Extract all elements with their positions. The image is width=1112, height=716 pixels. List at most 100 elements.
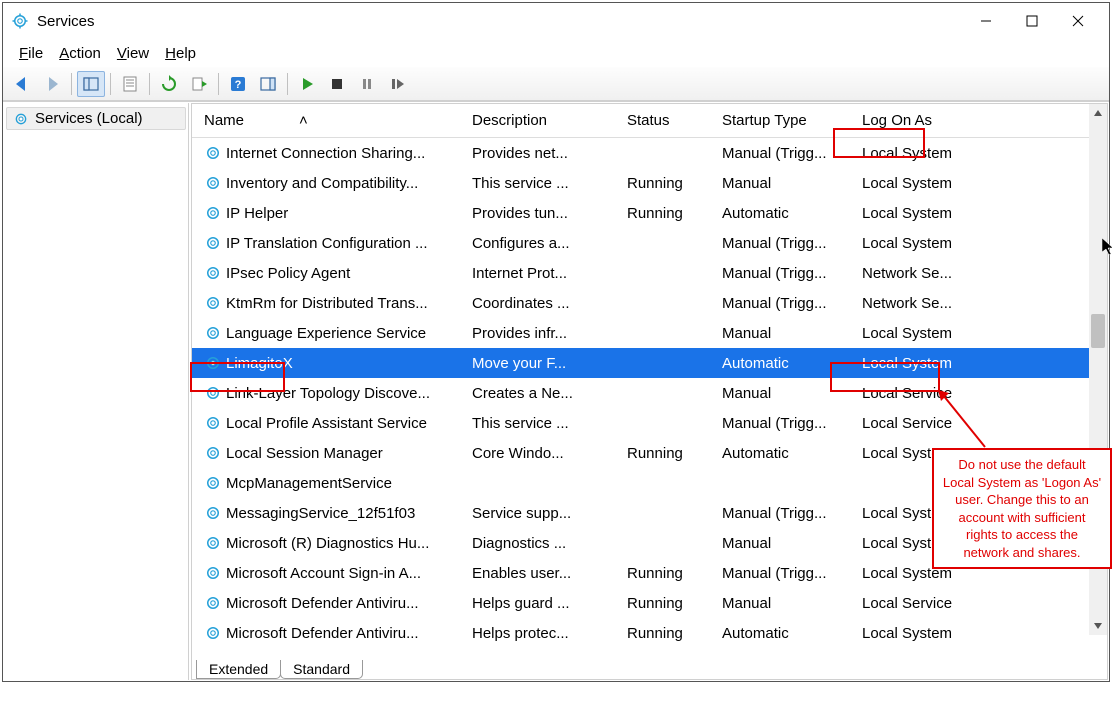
maximize-button[interactable] <box>1009 5 1055 37</box>
column-header-name[interactable]: Name˄ <box>200 106 468 135</box>
cell-name: Microsoft Account Sign-in A... <box>200 564 468 582</box>
scroll-up-button[interactable] <box>1089 104 1107 122</box>
show-hide-tree-button[interactable] <box>77 71 105 97</box>
cell-name: MessagingService_12f51f03 <box>200 504 468 522</box>
scroll-thumb[interactable] <box>1091 314 1105 348</box>
cell-log-on-as: Local System <box>858 235 988 252</box>
cell-name: KtmRm for Distributed Trans... <box>200 294 468 312</box>
annotation-callout: Do not use the default Local System as '… <box>932 448 1112 569</box>
cell-description: Configures a... <box>468 235 623 252</box>
table-row[interactable]: Internet Connection Sharing...Provides n… <box>192 138 1107 168</box>
menu-file[interactable]: File <box>11 43 51 64</box>
start-service-button[interactable] <box>293 71 321 97</box>
help-button[interactable]: ? <box>224 71 252 97</box>
gear-icon <box>204 474 222 492</box>
table-row[interactable]: Local Profile Assistant ServiceThis serv… <box>192 408 1107 438</box>
cell-log-on-as: Local Service <box>858 385 988 402</box>
cell-status: Running <box>623 595 718 612</box>
cell-name: Local Profile Assistant Service <box>200 414 468 432</box>
cell-name: Microsoft Defender Antiviru... <box>200 594 468 612</box>
gear-icon <box>204 264 222 282</box>
tree-item-services-local[interactable]: Services (Local) <box>6 107 186 130</box>
gear-icon <box>204 294 222 312</box>
table-row[interactable]: KtmRm for Distributed Trans...Coordinate… <box>192 288 1107 318</box>
table-row[interactable]: Language Experience ServiceProvides infr… <box>192 318 1107 348</box>
close-button[interactable] <box>1055 5 1101 37</box>
cell-startup-type: Manual <box>718 595 858 612</box>
gear-icon <box>204 594 222 612</box>
table-row[interactable]: Inventory and Compatibility...This servi… <box>192 168 1107 198</box>
cell-log-on-as: Local System <box>858 325 988 342</box>
cell-status: Running <box>623 175 718 192</box>
pause-service-button[interactable] <box>353 71 381 97</box>
forward-button[interactable] <box>38 71 66 97</box>
menu-help[interactable]: Help <box>157 43 204 64</box>
table-row[interactable]: Microsoft Defender Antiviru...Helps prot… <box>192 618 1107 648</box>
table-row[interactable]: Microsoft Defender Antiviru...Helps guar… <box>192 588 1107 618</box>
scroll-down-button[interactable] <box>1089 617 1107 635</box>
tab-standard[interactable]: Standard <box>280 660 363 679</box>
cell-log-on-as: Local Service <box>858 595 988 612</box>
cursor-icon <box>1102 238 1112 256</box>
cell-startup-type: Manual <box>718 535 858 552</box>
gear-icon <box>204 354 222 372</box>
column-header-description[interactable]: Description <box>468 106 623 135</box>
cell-startup-type: Manual (Trigg... <box>718 415 858 432</box>
cell-name: Internet Connection Sharing... <box>200 144 468 162</box>
gear-icon <box>204 174 222 192</box>
services-window: Services File Action View Help ? <box>2 2 1110 682</box>
cell-status: Running <box>623 205 718 222</box>
column-header-log-on-as[interactable]: Log On As <box>858 106 998 135</box>
cell-startup-type: Manual (Trigg... <box>718 145 858 162</box>
toolbar-separator <box>218 73 219 95</box>
show-hide-action-pane-button[interactable] <box>254 71 282 97</box>
console-tree: Services (Local) <box>4 103 189 680</box>
back-button[interactable] <box>8 71 36 97</box>
cell-description: Diagnostics ... <box>468 535 623 552</box>
cell-log-on-as: Local System <box>858 175 988 192</box>
properties-button[interactable] <box>116 71 144 97</box>
table-row[interactable]: LimagitoXMove your F...AutomaticLocal Sy… <box>192 348 1107 378</box>
cell-name: Microsoft (R) Diagnostics Hu... <box>200 534 468 552</box>
toolbar: ? <box>3 67 1109 101</box>
cell-startup-type: Manual (Trigg... <box>718 235 858 252</box>
column-header-startup-type[interactable]: Startup Type <box>718 106 858 135</box>
gear-icon <box>204 144 222 162</box>
toolbar-separator <box>71 73 72 95</box>
services-app-icon <box>11 12 29 30</box>
cell-description: This service ... <box>468 415 623 432</box>
cell-status: Running <box>623 445 718 462</box>
menubar: File Action View Help <box>3 39 1109 67</box>
table-row[interactable]: Link-Layer Topology Discove...Creates a … <box>192 378 1107 408</box>
tree-item-label: Services (Local) <box>35 110 143 127</box>
minimize-button[interactable] <box>963 5 1009 37</box>
menu-view[interactable]: View <box>109 43 157 64</box>
cell-status: Running <box>623 565 718 582</box>
cell-name: LimagitoX <box>200 354 468 372</box>
cell-log-on-as: Local System <box>858 145 988 162</box>
cell-name: Link-Layer Topology Discove... <box>200 384 468 402</box>
gear-icon <box>204 234 222 252</box>
table-row[interactable]: IPsec Policy AgentInternet Prot...Manual… <box>192 258 1107 288</box>
table-row[interactable]: IP HelperProvides tun...RunningAutomatic… <box>192 198 1107 228</box>
cell-name: IP Helper <box>200 204 468 222</box>
restart-service-button[interactable] <box>383 71 411 97</box>
refresh-button[interactable] <box>155 71 183 97</box>
cell-startup-type: Manual <box>718 175 858 192</box>
cell-log-on-as: Local System <box>858 625 988 642</box>
gear-icon <box>204 444 222 462</box>
cell-log-on-as: Network Se... <box>858 265 988 282</box>
gear-icon <box>204 534 222 552</box>
cell-log-on-as: Network Se... <box>858 295 988 312</box>
cell-log-on-as: Local System <box>858 205 988 222</box>
cell-name: McpManagementService <box>200 474 468 492</box>
sort-asc-icon: ˄ <box>299 112 308 129</box>
menu-action[interactable]: Action <box>51 43 109 64</box>
cell-description: Helps protec... <box>468 625 623 642</box>
table-row[interactable]: IP Translation Configuration ...Configur… <box>192 228 1107 258</box>
tab-extended[interactable]: Extended <box>196 660 281 679</box>
grid-header: Name˄ Description Status Startup Type Lo… <box>192 104 1107 138</box>
export-button[interactable] <box>185 71 213 97</box>
column-header-status[interactable]: Status <box>623 106 718 135</box>
stop-service-button[interactable] <box>323 71 351 97</box>
